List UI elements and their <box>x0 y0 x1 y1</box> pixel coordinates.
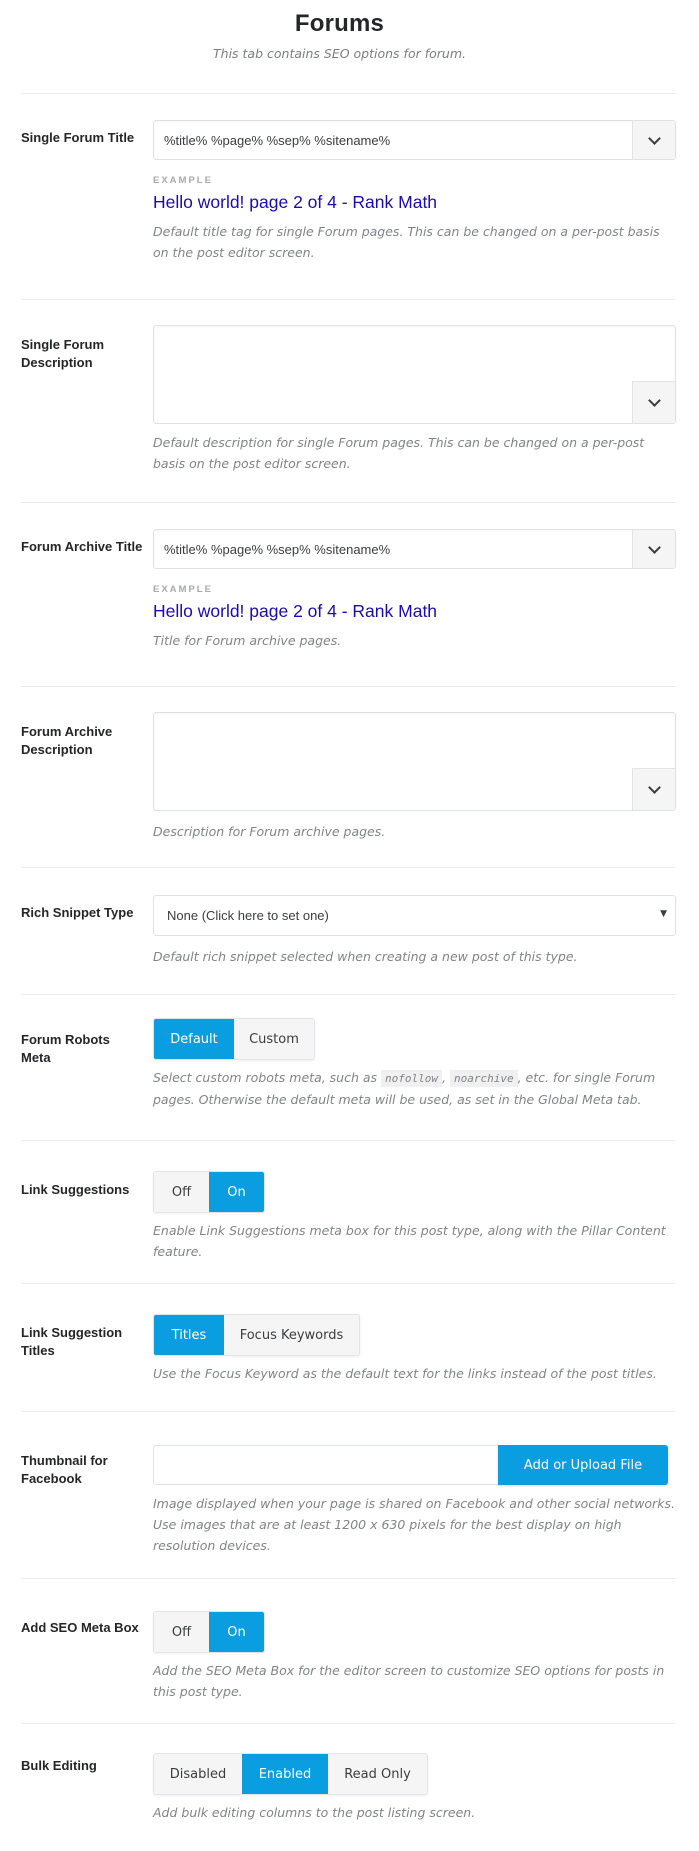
example-label: EXAMPLE <box>153 175 213 186</box>
field-control: Disabled Enabled Read Only Add bulk edit… <box>153 1753 676 1823</box>
option-off[interactable]: Off <box>154 1172 209 1212</box>
field-control: Default description for single Forum pag… <box>153 325 676 474</box>
link-suggestions-toggle: Off On <box>153 1171 265 1213</box>
insert-variable-button[interactable] <box>632 381 675 423</box>
robots-meta-toggle: Default Custom <box>153 1018 315 1060</box>
page-subtitle: This tab contains SEO options for forum. <box>213 46 466 61</box>
field-label: Link Suggestion Titles <box>21 1325 123 1358</box>
field-label: Thumbnail for Facebook <box>21 1453 108 1486</box>
field-label: Add SEO Meta Box <box>21 1620 139 1635</box>
field-label: Rich Snippet Type <box>21 905 134 920</box>
code-nofollow: nofollow <box>381 1070 443 1087</box>
example-label: EXAMPLE <box>153 584 213 595</box>
divider <box>21 686 676 687</box>
field-label: Link Suggestions <box>21 1182 130 1197</box>
page-header: Forums This tab contains SEO options for… <box>0 10 679 61</box>
single-forum-title-input-wrap <box>153 120 676 160</box>
field-control: Default Custom Select custom robots meta… <box>153 1018 676 1110</box>
divider <box>21 1723 676 1724</box>
field-label: Bulk Editing <box>21 1758 97 1773</box>
field-control: Titles Focus Keywords Use the Focus Keyw… <box>153 1314 676 1384</box>
option-read-only[interactable]: Read Only <box>328 1754 427 1794</box>
divider <box>21 1140 676 1141</box>
field-description: Add bulk editing columns to the post lis… <box>153 1805 476 1820</box>
option-focus-keywords[interactable]: Focus Keywords <box>224 1315 359 1355</box>
rich-snippet-type-select[interactable]: None (Click here to set one) ▼ <box>153 895 676 936</box>
add-or-upload-file-button[interactable]: Add or Upload File <box>498 1445 668 1485</box>
option-on[interactable]: On <box>209 1612 264 1652</box>
field-label: Forum Robots Meta <box>21 1032 110 1065</box>
insert-variable-button[interactable] <box>632 530 675 568</box>
forum-archive-title-input[interactable] <box>154 530 624 568</box>
desc-sep: , <box>442 1070 450 1085</box>
field-label: Single Forum Title <box>21 130 135 145</box>
single-forum-description-wrap <box>153 325 676 424</box>
insert-variable-button[interactable] <box>632 121 675 159</box>
chevron-down-icon <box>647 394 661 407</box>
divider <box>21 93 676 94</box>
field-description: Add the SEO Meta Box for the editor scre… <box>153 1663 665 1699</box>
field-description: Enable Link Suggestions meta box for thi… <box>153 1223 666 1259</box>
field-description: Title for Forum archive pages. <box>153 633 342 648</box>
field-description: Default description for single Forum pag… <box>153 435 645 471</box>
caret-down-icon: ▼ <box>660 909 667 919</box>
chevron-down-icon <box>647 131 661 145</box>
field-control: EXAMPLE Hello world! page 2 of 4 - Rank … <box>153 529 676 651</box>
option-off[interactable]: Off <box>154 1612 209 1652</box>
divider <box>21 1411 676 1412</box>
option-enabled[interactable]: Enabled <box>242 1754 328 1794</box>
divider <box>21 299 676 300</box>
forum-archive-description-wrap <box>153 712 676 811</box>
divider <box>21 1578 676 1579</box>
desc-text: Select custom robots meta, such as <box>153 1070 382 1085</box>
field-control: None (Click here to set one) ▼ Default r… <box>153 895 676 967</box>
field-description: Select custom robots meta, such as nofol… <box>153 1067 676 1110</box>
field-description: Default title tag for single Forum pages… <box>153 224 660 260</box>
option-on[interactable]: On <box>209 1172 264 1212</box>
field-control: Off On Enable Link Suggestions meta box … <box>153 1171 676 1262</box>
insert-variable-button[interactable] <box>632 768 675 810</box>
field-description: Default rich snippet selected when creat… <box>153 949 578 964</box>
field-control: EXAMPLE Hello world! page 2 of 4 - Rank … <box>153 120 676 263</box>
chevron-down-icon <box>647 781 661 794</box>
field-description: Description for Forum archive pages. <box>153 824 386 839</box>
link-suggestion-titles-toggle: Titles Focus Keywords <box>153 1314 360 1356</box>
option-custom[interactable]: Custom <box>234 1019 314 1059</box>
thumbnail-upload: Add or Upload File <box>153 1445 676 1485</box>
example-preview: Hello world! page 2 of 4 - Rank Math <box>153 601 438 621</box>
option-default[interactable]: Default <box>154 1019 234 1059</box>
divider <box>21 502 676 503</box>
field-description: Use the Focus Keyword as the default tex… <box>153 1366 657 1381</box>
field-label: Forum Archive Description <box>21 724 113 757</box>
page-title: Forums <box>294 10 385 37</box>
field-label: Single Forum Description <box>21 337 105 370</box>
option-disabled[interactable]: Disabled <box>154 1754 242 1794</box>
single-forum-title-input[interactable] <box>154 121 624 159</box>
single-forum-description-textarea[interactable] <box>154 326 624 423</box>
code-noarchive: noarchive <box>449 1070 518 1087</box>
divider <box>21 1283 676 1284</box>
chevron-down-icon <box>647 540 661 554</box>
forum-archive-description-textarea[interactable] <box>154 713 624 810</box>
option-titles[interactable]: Titles <box>154 1315 224 1355</box>
bulk-editing-toggle: Disabled Enabled Read Only <box>153 1753 428 1795</box>
select-value: None (Click here to set one) <box>167 908 329 923</box>
forum-archive-title-input-wrap <box>153 529 676 569</box>
field-control: Description for Forum archive pages. <box>153 712 676 842</box>
field-control: Off On Add the SEO Meta Box for the edit… <box>153 1611 676 1702</box>
seo-meta-box-toggle: Off On <box>153 1611 265 1653</box>
thumbnail-url-input[interactable] <box>153 1445 498 1485</box>
divider <box>21 867 676 868</box>
example-preview: Hello world! page 2 of 4 - Rank Math <box>153 192 438 212</box>
divider <box>21 994 676 995</box>
field-control: Add or Upload File Image displayed when … <box>153 1445 676 1556</box>
field-description: Image displayed when your page is shared… <box>153 1496 675 1553</box>
field-label: Forum Archive Title <box>21 539 143 554</box>
